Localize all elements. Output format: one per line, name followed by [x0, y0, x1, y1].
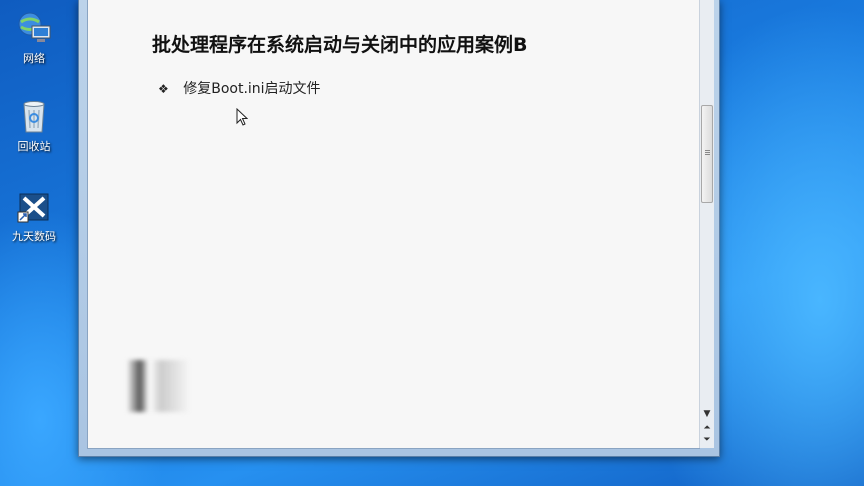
- desktop-icon-recycle-bin[interactable]: 回收站: [8, 98, 60, 154]
- slide-content: 批处理程序在系统启动与关闭中的应用案例B ❖ 修复Boot.ini启动文件: [87, 0, 700, 449]
- slide-title: 批处理程序在系统启动与关闭中的应用案例B: [152, 34, 528, 56]
- scroll-down-button[interactable]: ▼: [700, 408, 714, 420]
- desktop-icon-label: 九天数码: [12, 230, 56, 243]
- desktop-icon-app[interactable]: 九天数码: [8, 188, 60, 244]
- app-shortcut-icon: [16, 188, 52, 224]
- mouse-pointer-icon: [236, 107, 249, 130]
- desktop-icon-label: 网络: [23, 52, 45, 65]
- bullet-diamond-icon: ❖: [158, 82, 169, 96]
- next-page-button[interactable]: ⏷: [700, 434, 714, 446]
- bullet-text: 修复Boot.ini启动文件: [183, 81, 321, 97]
- scrollbar-thumb[interactable]: [701, 105, 713, 203]
- desktop-icon-network[interactable]: 网络: [8, 10, 60, 66]
- blurred-artifact: [128, 360, 188, 412]
- bullet-item: ❖ 修复Boot.ini启动文件: [158, 78, 321, 98]
- desktop-icon-label: 回收站: [17, 140, 51, 153]
- previous-page-button[interactable]: ⏶: [700, 422, 714, 434]
- vertical-scrollbar[interactable]: ▼ ⏶ ⏷: [699, 0, 714, 448]
- presentation-window: 批处理程序在系统启动与关闭中的应用案例B ❖ 修复Boot.ini启动文件 ▼ …: [78, 0, 720, 457]
- network-icon: [16, 10, 52, 46]
- recycle-bin-icon: [16, 98, 52, 134]
